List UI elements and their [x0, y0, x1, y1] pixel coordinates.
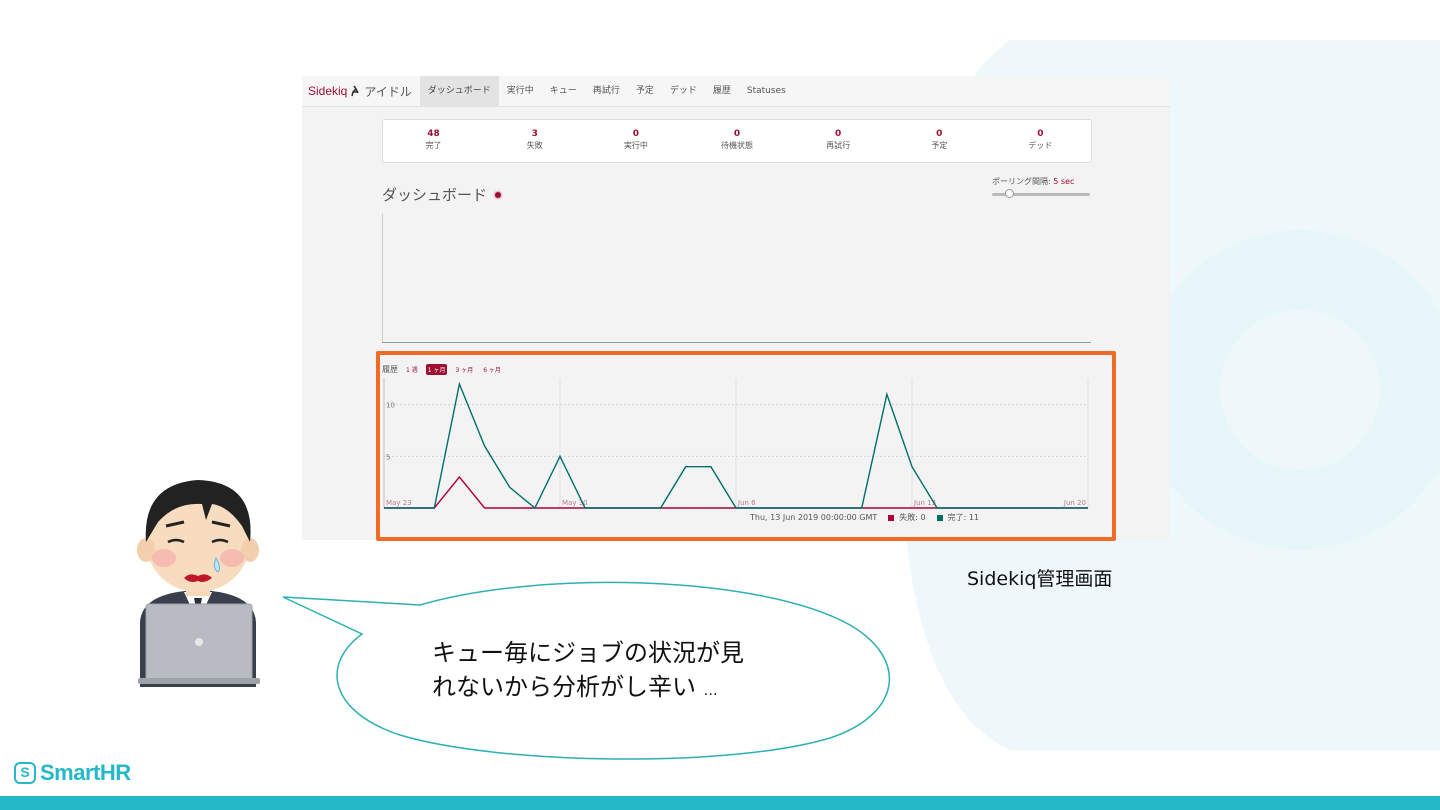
- smarthr-mark-icon: S: [14, 762, 36, 784]
- smarthr-wordmark: SmartHR: [40, 760, 131, 785]
- speech-text: キュー毎にジョブの状況が見 れないから分析がし辛い …: [432, 639, 744, 701]
- footer-bar: [0, 796, 1440, 810]
- smarthr-logo: S SmartHR: [14, 760, 131, 786]
- worried-person-illustration: [137, 480, 260, 687]
